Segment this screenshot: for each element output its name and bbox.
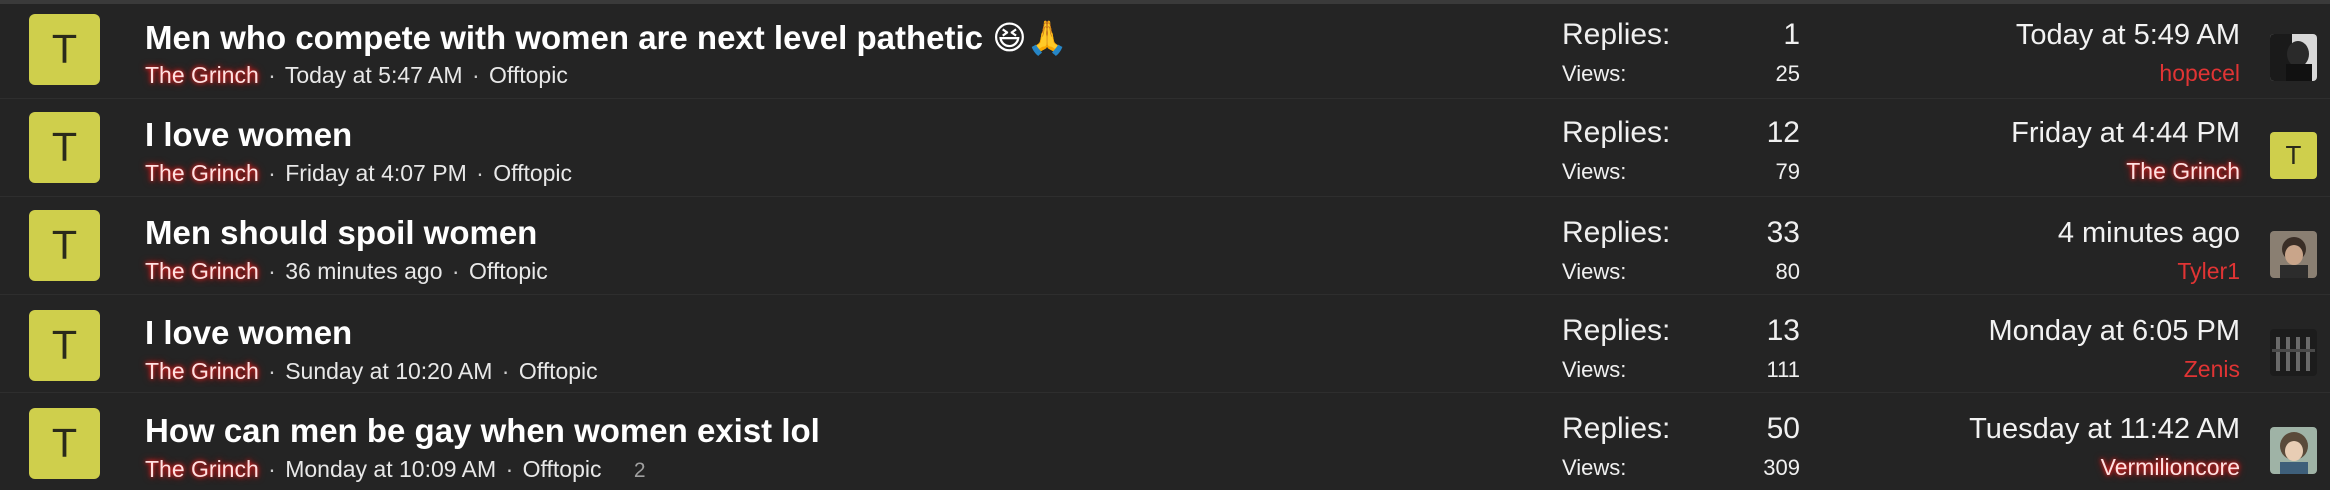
last-post-time-link[interactable]: Friday at 4:44 PM [2011, 117, 2240, 150]
avatar-photo-icon [2270, 329, 2317, 376]
last-poster-link[interactable]: Zenis [2184, 356, 2240, 383]
thread-forum-link[interactable]: Offtopic [469, 258, 548, 284]
last-post-time-link[interactable]: Today at 5:49 AM [2016, 19, 2240, 52]
views-count: 80 [1775, 259, 1800, 284]
thread-author-link[interactable]: The Grinch [145, 358, 259, 384]
last-poster-link[interactable]: Tyler1 [2177, 258, 2240, 285]
meta-separator: · [268, 358, 276, 384]
last-poster-link[interactable]: hopecel [2159, 60, 2240, 87]
last-poster-avatar[interactable] [2270, 329, 2317, 376]
replies-count: 13 [1766, 314, 1800, 347]
thread-start-date[interactable]: Today at 5:47 AM [285, 62, 463, 88]
thread-meta: The Grinch · Monday at 10:09 AM · Offtop… [145, 456, 646, 483]
thread-start-date[interactable]: Monday at 10:09 AM [285, 456, 496, 482]
thread-title-link[interactable]: Men who compete with women are next leve… [145, 18, 1068, 58]
thread-title-link[interactable]: I love women [145, 116, 352, 154]
author-avatar[interactable]: T [29, 310, 100, 381]
last-post-time-link[interactable]: Tuesday at 11:42 AM [1969, 413, 2240, 446]
views-count: 309 [1763, 455, 1800, 480]
meta-separator: · [476, 160, 484, 186]
last-poster-avatar[interactable]: T [2270, 132, 2317, 179]
thread-row: T Men who compete with women are next le… [0, 0, 2330, 99]
thread-page-link[interactable]: 2 [634, 459, 646, 482]
thread-meta: The Grinch · 36 minutes ago · Offtopic [145, 258, 548, 285]
thread-row: T I love women The Grinch · Sunday at 10… [0, 294, 2330, 393]
replies-label: Replies: [1562, 216, 1671, 249]
avatar-photo-icon [2270, 34, 2317, 81]
replies-label: Replies: [1562, 412, 1671, 445]
thread-start-date[interactable]: Sunday at 10:20 AM [285, 358, 492, 384]
author-avatar[interactable]: T [29, 408, 100, 479]
thread-forum-link[interactable]: Offtopic [493, 160, 572, 186]
views-label: Views: [1562, 61, 1627, 86]
thread-row: T Men should spoil women The Grinch · 36… [0, 196, 2330, 295]
meta-separator: · [268, 258, 276, 284]
author-avatar[interactable]: T [29, 112, 100, 183]
thread-title-link[interactable]: Men should spoil women [145, 214, 537, 252]
meta-separator: · [268, 456, 276, 482]
thread-row: T I love women The Grinch · Friday at 4:… [0, 98, 2330, 197]
thread-row: T How can men be gay when women exist lo… [0, 392, 2330, 490]
last-post-time-link[interactable]: 4 minutes ago [2058, 217, 2240, 250]
avatar-photo-icon [2270, 231, 2317, 278]
last-poster-avatar[interactable] [2270, 34, 2317, 81]
thread-meta: The Grinch · Friday at 4:07 PM · Offtopi… [145, 160, 572, 187]
views-count: 79 [1775, 159, 1800, 184]
thread-forum-link[interactable]: Offtopic [489, 62, 568, 88]
thread-author-link[interactable]: The Grinch [145, 160, 259, 186]
views-count: 25 [1775, 61, 1800, 86]
thread-meta: The Grinch · Today at 5:47 AM · Offtopic [145, 62, 568, 89]
meta-separator: · [268, 62, 276, 88]
thread-author-link[interactable]: The Grinch [145, 456, 259, 482]
meta-separator: · [505, 456, 514, 482]
thread-author-link[interactable]: The Grinch [145, 62, 259, 88]
thread-forum-link[interactable]: Offtopic [519, 358, 598, 384]
thread-title-link[interactable]: I love women [145, 314, 352, 352]
thread-start-date[interactable]: 36 minutes ago [285, 258, 442, 284]
last-poster-link[interactable]: The Grinch [2126, 158, 2240, 185]
views-label: Views: [1562, 159, 1627, 184]
thread-title-link[interactable]: How can men be gay when women exist lol [145, 412, 820, 450]
replies-count: 33 [1766, 216, 1800, 249]
last-poster-avatar[interactable] [2270, 427, 2317, 474]
views-label: Views: [1562, 259, 1627, 284]
meta-separator: · [501, 358, 510, 384]
thread-list: T Men who compete with women are next le… [0, 0, 2330, 490]
last-poster-avatar[interactable] [2270, 231, 2317, 278]
last-post-time-link[interactable]: Monday at 6:05 PM [1989, 315, 2240, 348]
replies-label: Replies: [1562, 18, 1671, 51]
thread-forum-link[interactable]: Offtopic [523, 456, 602, 482]
replies-label: Replies: [1562, 314, 1671, 347]
replies-count: 1 [1783, 18, 1800, 51]
author-avatar[interactable]: T [29, 210, 100, 281]
replies-count: 12 [1766, 116, 1800, 149]
last-poster-link[interactable]: Vermilioncore [2101, 454, 2240, 481]
replies-label: Replies: [1562, 116, 1671, 149]
views-label: Views: [1562, 357, 1627, 382]
thread-meta: The Grinch · Sunday at 10:20 AM · Offtop… [145, 358, 598, 385]
avatar-photo-icon [2270, 427, 2317, 474]
replies-count: 50 [1766, 412, 1800, 445]
meta-separator: · [451, 258, 460, 284]
thread-start-date[interactable]: Friday at 4:07 PM [285, 160, 467, 186]
meta-separator: · [471, 62, 480, 88]
meta-separator: · [268, 160, 276, 186]
thread-author-link[interactable]: The Grinch [145, 258, 259, 284]
author-avatar[interactable]: T [29, 14, 100, 85]
views-label: Views: [1562, 455, 1627, 480]
views-count: 111 [1766, 357, 1800, 382]
